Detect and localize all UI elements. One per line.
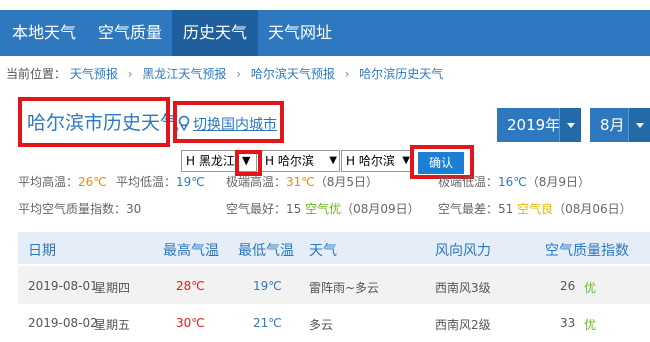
- tab-history-weather[interactable]: 历史天气: [172, 10, 258, 56]
- row-aqi: 26: [560, 279, 576, 293]
- row-aqi-level: 优: [584, 281, 597, 295]
- col-wind: 风向风力: [435, 243, 491, 259]
- breadcrumb-separator: ›: [236, 67, 241, 81]
- col-high-temp: 最高气温: [163, 243, 219, 259]
- breadcrumb-heilongjiang[interactable]: 黑龙江天气预报: [142, 67, 226, 81]
- highlight-box: [18, 97, 170, 147]
- month-select[interactable]: 8月: [590, 108, 650, 142]
- worst-air-stat: 空气最差：51 空气良（08月06日）: [438, 202, 632, 216]
- chevron-down-icon: [559, 108, 581, 142]
- avg-low-stat: 平均低温：19℃: [116, 175, 205, 189]
- row-low: 19℃: [253, 279, 282, 293]
- tab-air-quality[interactable]: 空气质量: [88, 10, 172, 56]
- best-air-stat: 空气最好：15 空气优（08月09日）: [226, 202, 420, 216]
- chevron-down-icon: [628, 108, 650, 142]
- dropdown-arrow-icon: ▼: [402, 155, 410, 166]
- col-weather: 天气: [309, 243, 337, 259]
- avg-aqi-stat: 平均空气质量指数：30: [18, 202, 142, 216]
- highlight-box: [173, 101, 284, 143]
- row-weather: 多云: [309, 318, 334, 332]
- row-weather: 雷阵雨~多云: [309, 281, 380, 295]
- col-date: 日期: [28, 243, 56, 259]
- row-wind: 西南风3级: [435, 281, 491, 295]
- max-high-stat: 极端高温：31℃（8月5日）: [226, 175, 379, 189]
- breadcrumb-separator: ›: [344, 67, 350, 81]
- district-select[interactable]: H 哈尔滨 ▼: [341, 150, 413, 172]
- month-value: 8月: [600, 116, 625, 134]
- dropdown-arrow-icon: ▼: [242, 154, 251, 167]
- tab-weather-sites[interactable]: 天气网址: [258, 10, 342, 56]
- city-value: H 哈尔滨: [265, 154, 314, 168]
- row-low: 21℃: [253, 316, 282, 330]
- year-select[interactable]: 2019年: [497, 108, 581, 142]
- district-value: H 哈尔滨: [346, 154, 395, 168]
- city-select[interactable]: H 哈尔滨 ▼: [260, 150, 340, 172]
- breadcrumb-separator: ›: [127, 67, 133, 81]
- col-aqi: 空气质量指数: [545, 243, 629, 259]
- tab-local-weather[interactable]: 本地天气: [0, 10, 88, 56]
- row-date: 2019-08-02: [28, 316, 98, 330]
- row-aqi-level: 优: [584, 318, 597, 332]
- breadcrumb: 当前位置： 天气预报 › 黑龙江天气预报 › 哈尔滨天气预报 › 哈尔滨历史天气: [0, 60, 650, 88]
- breadcrumb-harbin-history[interactable]: 哈尔滨历史天气: [359, 67, 443, 81]
- row-weekday: 星期五: [94, 318, 131, 332]
- breadcrumb-harbin[interactable]: 哈尔滨天气预报: [251, 67, 335, 81]
- row-high: 28℃: [176, 279, 205, 293]
- province-value: H 黑龙江: [186, 154, 235, 168]
- row-aqi: 33: [560, 316, 576, 330]
- row-date: 2019-08-01: [28, 279, 98, 293]
- avg-high-stat: 平均高温：26℃: [18, 175, 107, 189]
- min-low-stat: 极端低温：16℃（8月9日）: [438, 175, 591, 189]
- row-wind: 西南风2级: [435, 318, 491, 332]
- col-low-temp: 最低气温: [238, 243, 294, 259]
- breadcrumb-prefix: 当前位置：: [6, 67, 67, 81]
- breadcrumb-weather-forecast[interactable]: 天气预报: [70, 67, 118, 81]
- dropdown-arrow-icon: ▼: [329, 155, 337, 166]
- year-value: 2019年: [507, 116, 561, 134]
- row-high: 30℃: [176, 316, 205, 330]
- row-weekday: 星期四: [94, 281, 131, 295]
